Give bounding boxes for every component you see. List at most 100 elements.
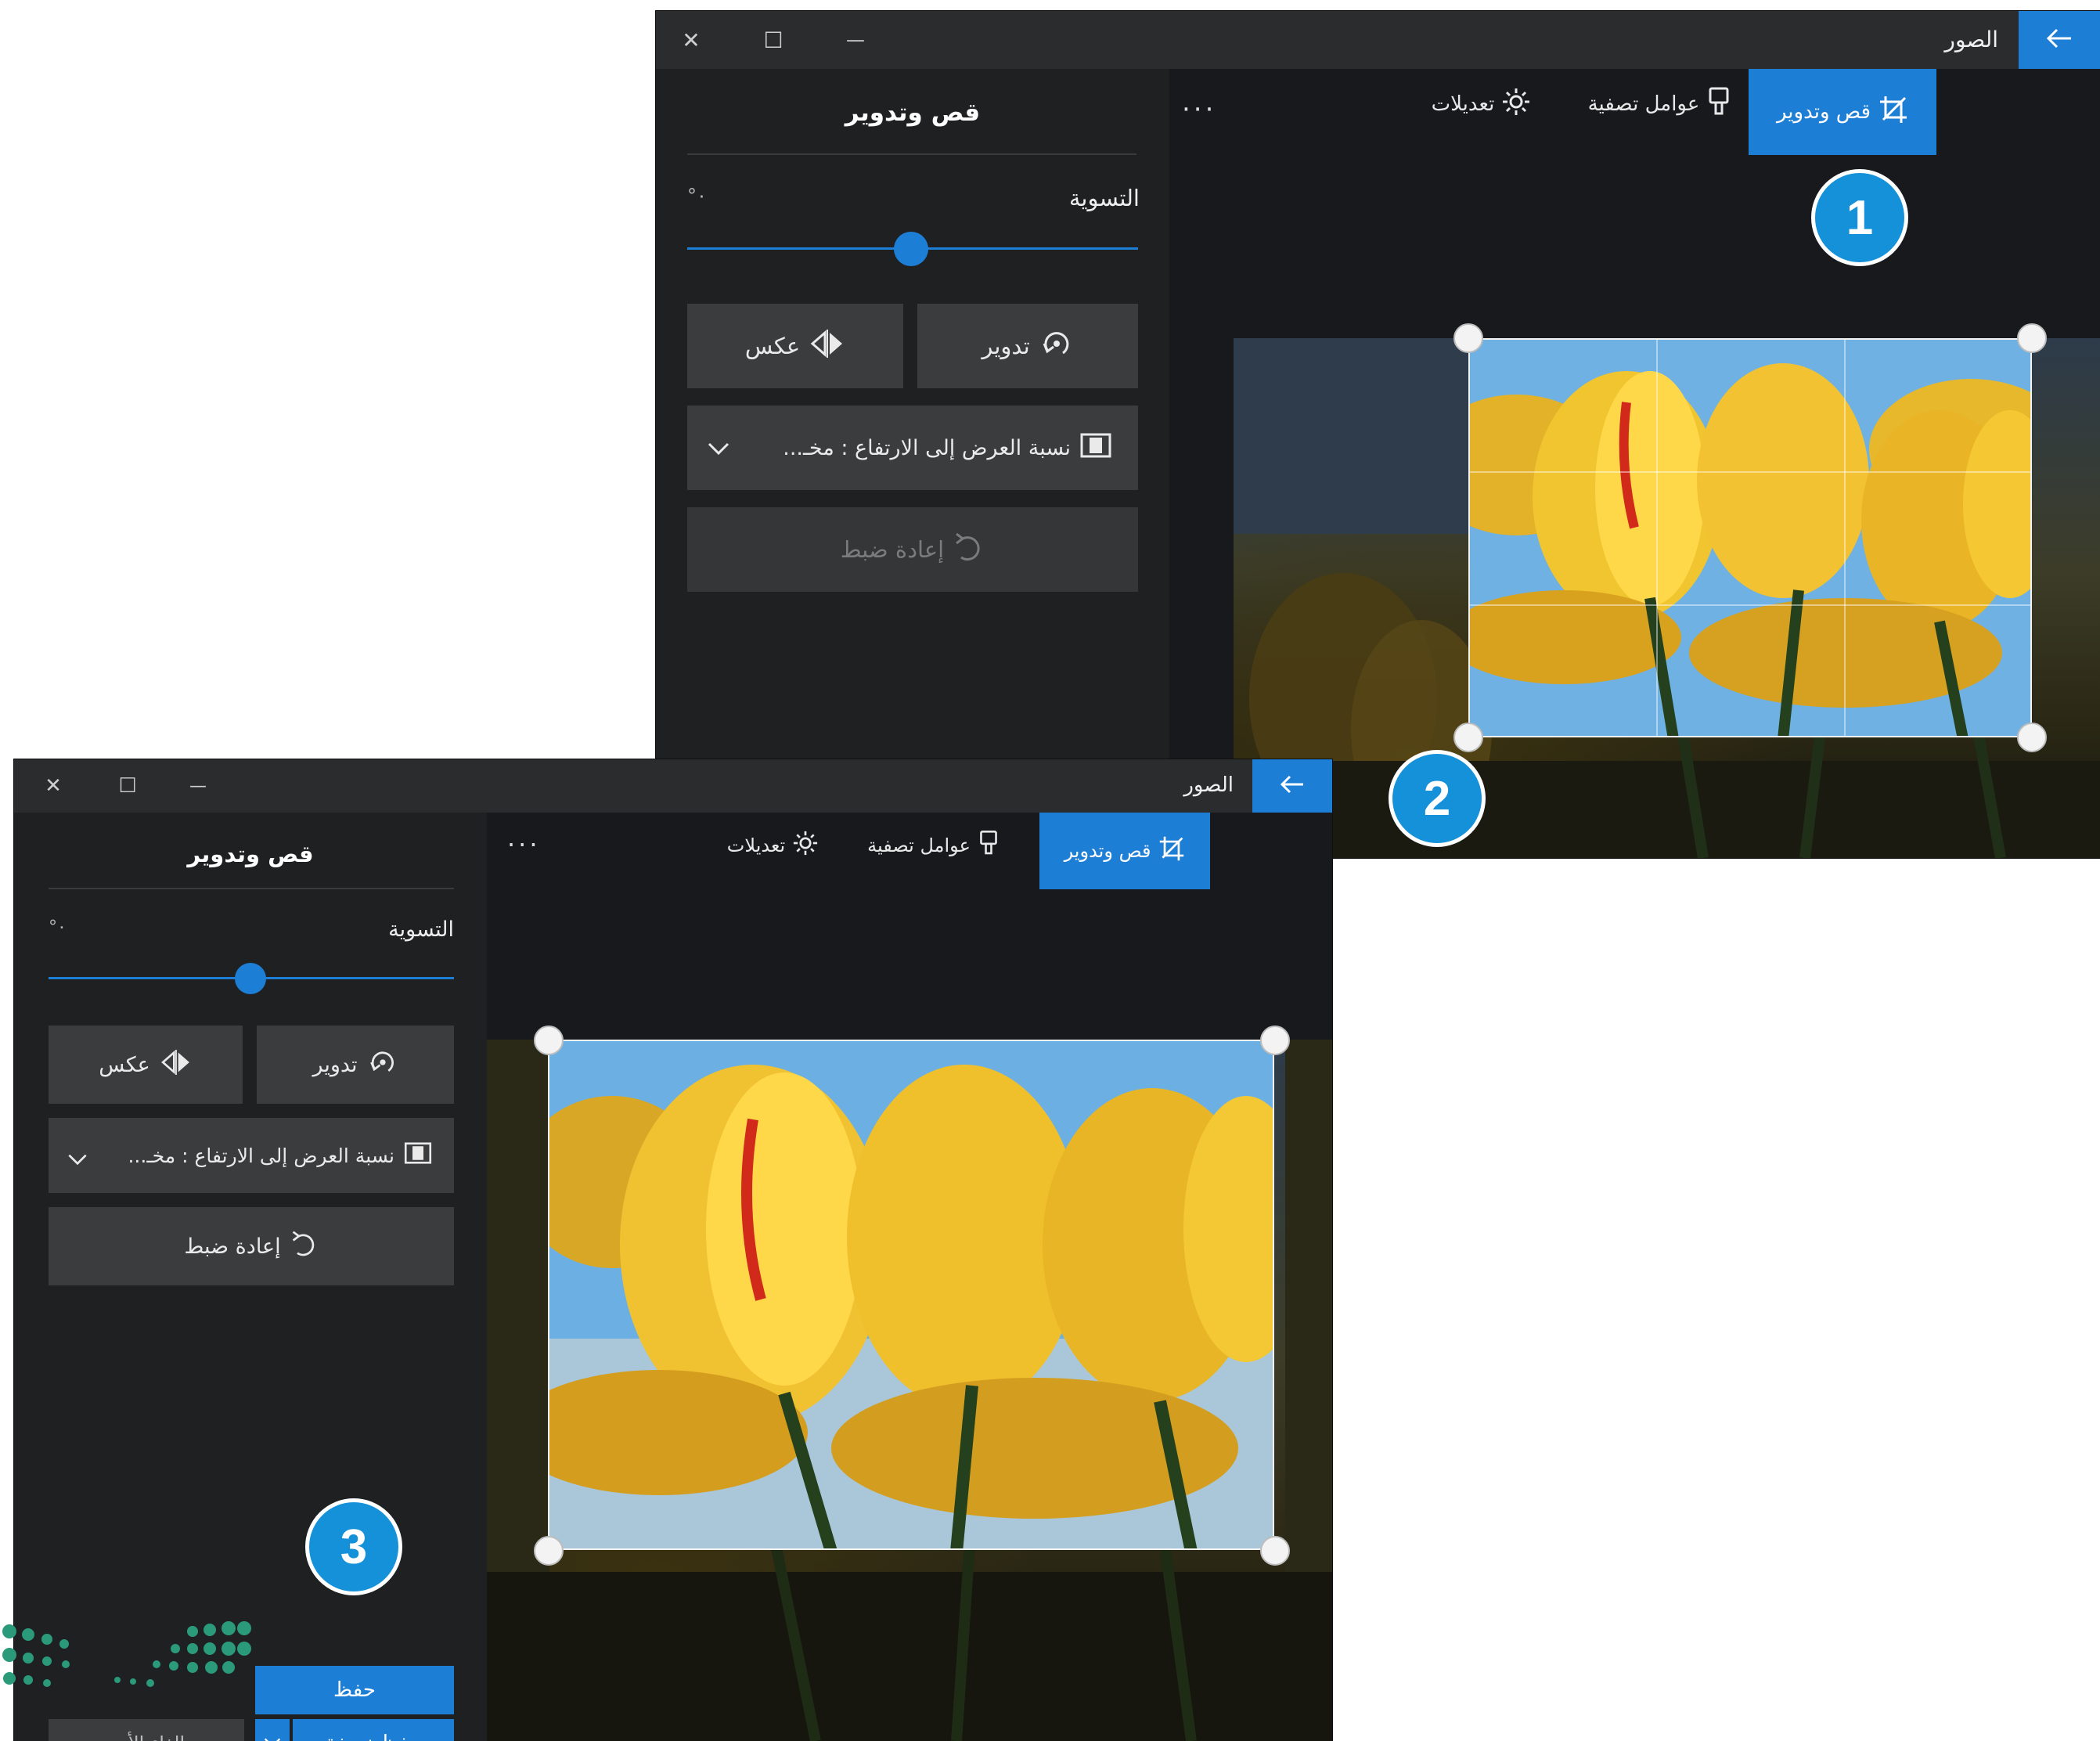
straighten-label: التسوية	[1068, 185, 1140, 211]
rotate-button[interactable]: تدوير	[917, 304, 1138, 388]
flip-button[interactable]: عكس	[687, 304, 903, 388]
minimize-button[interactable]: —	[163, 759, 233, 813]
tulip-photo	[1470, 340, 2030, 736]
reset-button[interactable]: إعادة ضبط	[49, 1207, 454, 1285]
crop-handle-top-left[interactable]	[534, 1025, 564, 1055]
step-callout-2: 2	[1389, 750, 1486, 847]
edit-toolbar: ··· تعديلات عوامل تصفية قص وتدوير	[1169, 69, 2100, 166]
title-bar: ✕ ☐ — الصور	[14, 759, 1332, 813]
app-title: الصور	[1183, 773, 1234, 797]
panel-title: قص وتدوير	[845, 99, 981, 127]
panel-divider	[687, 153, 1136, 155]
editor-canvas: ··· تعديلات عوامل تصفية قص وتدوير	[487, 813, 1332, 1741]
aspect-ratio-icon	[404, 1142, 432, 1169]
rotate-label: تدوير	[312, 1052, 358, 1077]
aspect-ratio-dropdown[interactable]: نسبة العرض إلى الارتفاع : مخـ...	[687, 406, 1138, 490]
tulip-photo	[549, 1041, 1273, 1548]
step-callout-3: 3	[305, 1498, 402, 1595]
dotted-logo-icon	[2, 1621, 251, 1687]
straighten-slider-thumb[interactable]	[235, 963, 266, 994]
tab-adjustments-label: تعديلات	[1431, 92, 1495, 116]
more-options-button[interactable]: ···	[1182, 94, 1216, 125]
panel-title: قص وتدوير	[187, 841, 314, 867]
tab-crop-rotate-label: قص وتدوير	[1776, 100, 1871, 124]
arrow-left-icon	[1280, 775, 1305, 797]
edit-toolbar: ··· تعديلات عوامل تصفية قص وتدوير	[487, 813, 1332, 899]
tab-filters[interactable]: عوامل تصفية	[855, 813, 1011, 878]
cancel-label: إلغاء الأمر	[108, 1732, 185, 1741]
back-button[interactable]	[1252, 759, 1332, 813]
crop-handle-top-right[interactable]	[1260, 1025, 1290, 1055]
aspect-ratio-label: نسبة العرض إلى الارتفاع : مخـ...	[783, 435, 1071, 460]
cancel-button[interactable]: إلغاء الأمر	[49, 1719, 244, 1741]
crop-frame[interactable]	[548, 1040, 1274, 1550]
straighten-value: °٠	[49, 917, 67, 937]
crop-frame[interactable]	[1468, 338, 2032, 737]
tab-adjustments-label: تعديلات	[726, 834, 786, 856]
aspect-ratio-icon	[1080, 433, 1111, 463]
crop-icon	[1878, 95, 1908, 130]
tab-filters-label: عوامل تصفية	[867, 834, 971, 856]
crop-handle-top-left[interactable]	[1453, 323, 1483, 353]
tab-crop-rotate-label: قص وتدوير	[1064, 840, 1151, 862]
app-title: الصور	[1944, 27, 1998, 52]
crop-handle-bottom-left[interactable]	[534, 1536, 564, 1566]
straighten-label: التسوية	[388, 917, 454, 942]
reset-label: إعادة ضبط	[184, 1234, 281, 1259]
title-bar: ✕ ☐ — الصور	[656, 11, 2100, 69]
crop-icon	[1158, 835, 1185, 867]
chevron-down-icon	[264, 1736, 281, 1741]
crop-handle-top-right[interactable]	[2017, 323, 2047, 353]
crop-handle-bottom-right[interactable]	[2017, 723, 2047, 752]
crop-grid-line	[1844, 340, 1846, 736]
flip-label: عكس	[99, 1052, 150, 1077]
photo-preview	[487, 1040, 1332, 1741]
tab-crop-rotate[interactable]: قص وتدوير	[1039, 813, 1210, 889]
close-button[interactable]: ✕	[656, 11, 726, 69]
crop-handle-bottom-left[interactable]	[1453, 723, 1483, 752]
tab-filters[interactable]: عوامل تصفية	[1573, 69, 1745, 139]
photos-window-bottom: ✕ ☐ — الصور ··· تعديلات عوامل تصفية قص و…	[14, 759, 1332, 1741]
tab-adjustments[interactable]: تعديلات	[1418, 69, 1543, 139]
tab-crop-rotate[interactable]: قص وتدوير	[1749, 69, 1936, 155]
maximize-button[interactable]: ☐	[92, 759, 163, 813]
step-callout-1: 1	[1811, 169, 1908, 266]
straighten-value: °٠	[687, 185, 707, 207]
crop-grid-line	[1470, 471, 2030, 473]
close-button[interactable]: ✕	[14, 759, 92, 813]
undo-icon	[953, 531, 985, 569]
aspect-ratio-label: نسبة العرض إلى الارتفاع : مخـ...	[128, 1144, 394, 1167]
paint-brush-icon	[1707, 87, 1731, 122]
maximize-button[interactable]: ☐	[726, 11, 820, 69]
undo-icon	[290, 1229, 319, 1264]
crop-grid-line	[1470, 604, 2030, 606]
paint-brush-icon	[978, 830, 999, 861]
save-options-dropdown[interactable]	[255, 1719, 290, 1741]
sun-icon	[1502, 88, 1530, 121]
tab-adjustments[interactable]: تعديلات	[714, 813, 831, 878]
aspect-ratio-dropdown[interactable]: نسبة العرض إلى الارتفاع : مخـ...	[49, 1118, 454, 1193]
straighten-slider-thumb[interactable]	[894, 232, 928, 266]
back-button[interactable]	[2019, 11, 2100, 69]
flip-icon	[809, 329, 845, 363]
tab-filters-label: عوامل تصفية	[1587, 92, 1700, 116]
rotate-button[interactable]: تدوير	[257, 1025, 454, 1104]
crop-rotate-panel: قص وتدوير التسوية °٠ تدوير عكس نسبة العر…	[656, 69, 1169, 858]
flip-label: عكس	[744, 333, 801, 359]
reset-button[interactable]: إعادة ضبط	[687, 507, 1138, 592]
more-options-button[interactable]: ···	[507, 830, 541, 860]
crop-grid-line	[1656, 340, 1658, 736]
photo-preview	[1234, 338, 2100, 858]
flip-button[interactable]: عكس	[49, 1025, 243, 1104]
save-copy-label: حفظ نسخة	[325, 1732, 421, 1741]
crop-rotate-panel: قص وتدوير التسوية °٠ تدوير عكس نسبة العر…	[14, 813, 487, 1741]
rotate-label: تدوير	[982, 333, 1030, 359]
minimize-button[interactable]: —	[820, 11, 891, 69]
crop-handle-bottom-right[interactable]	[1260, 1536, 1290, 1566]
save-copy-button[interactable]: حفظ نسخة	[293, 1719, 454, 1741]
photos-window-top: ✕ ☐ — الصور ··· تعديلات عوامل تصفية قص و…	[656, 11, 2100, 858]
panel-divider	[49, 888, 454, 889]
save-button[interactable]: حفظ	[255, 1666, 454, 1714]
reset-label: إعادة ضبط	[840, 536, 945, 563]
sun-icon	[793, 831, 818, 860]
